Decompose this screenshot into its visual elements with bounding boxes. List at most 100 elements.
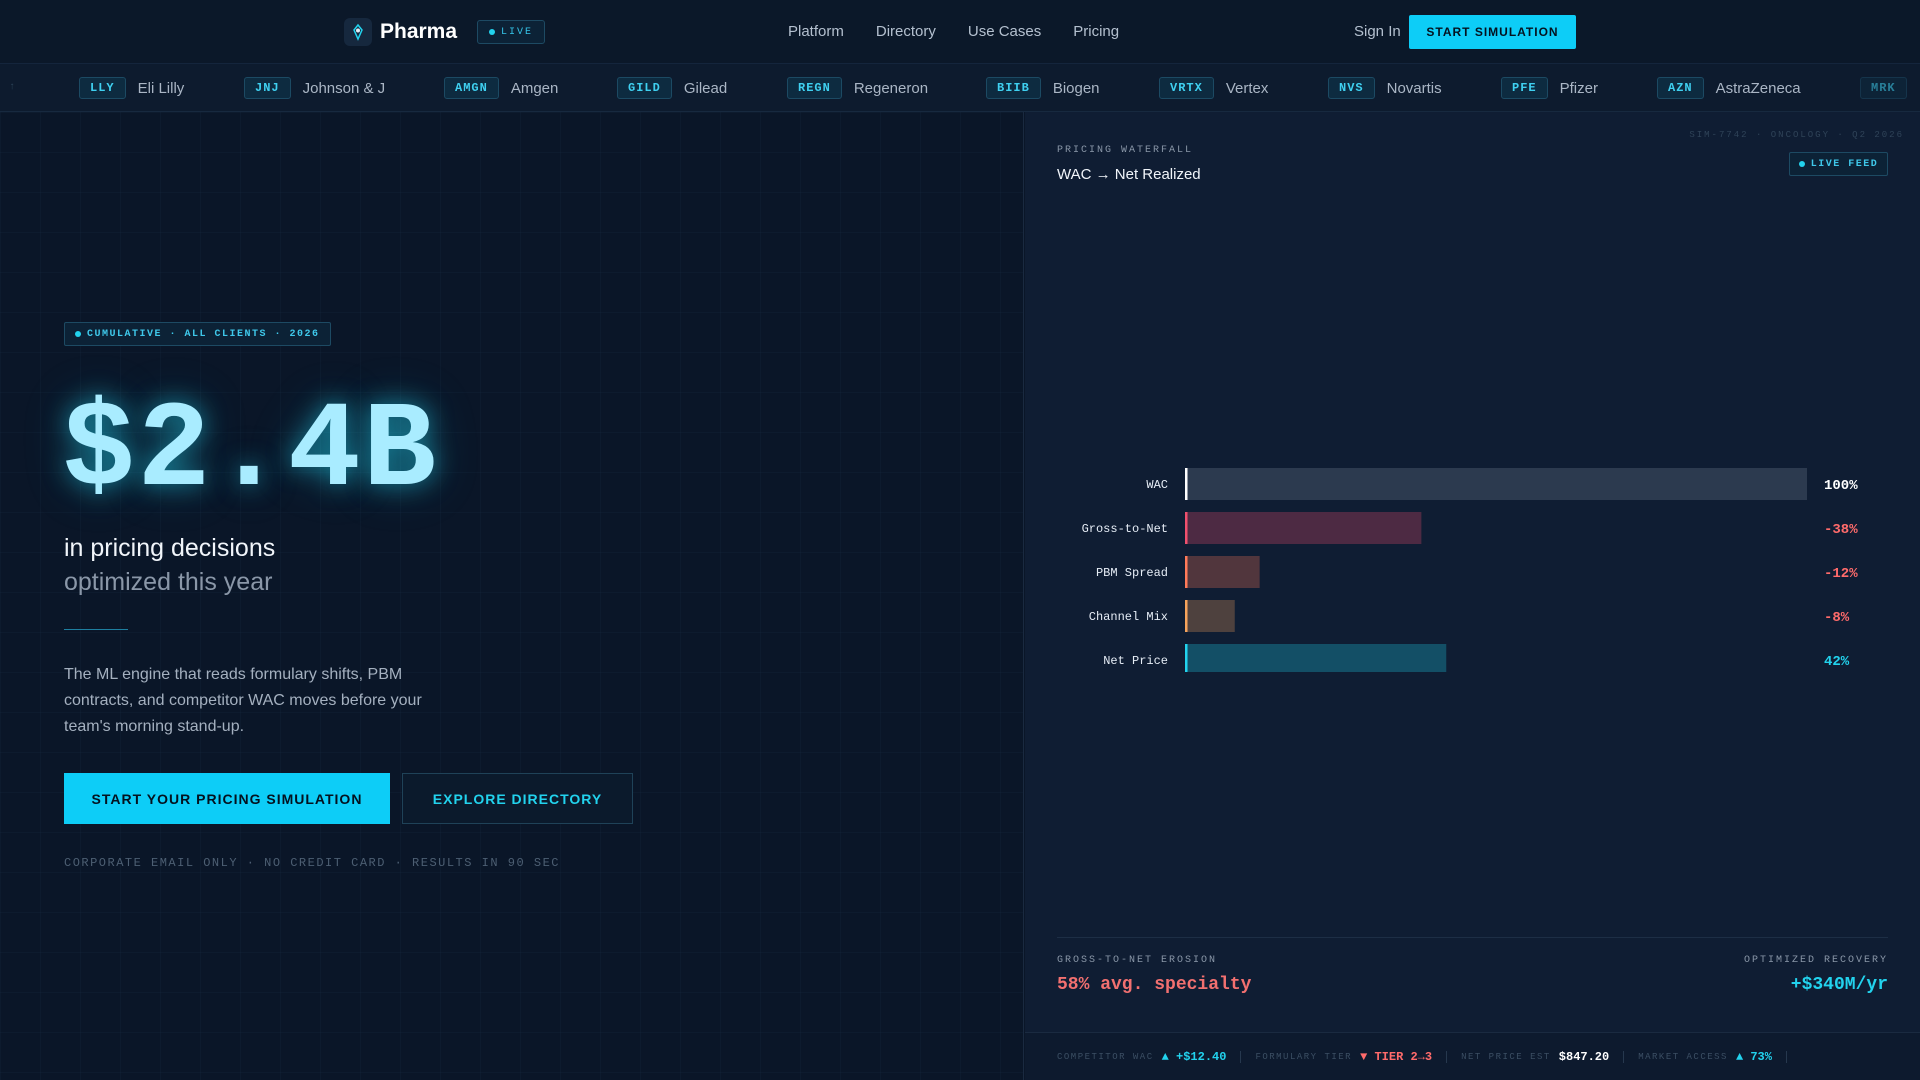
- ticker-symbol: BIIB: [986, 77, 1041, 99]
- footer-metric: MARKET ACCESS ▲ 73%: [1638, 1050, 1772, 1064]
- bar[interactable]: [1185, 468, 1807, 500]
- footer-metric-label: NET PRICE EST: [1461, 1051, 1551, 1062]
- ticker-item[interactable]: JNJ Johnson & J: [244, 77, 385, 99]
- bar-edge-marker: [1185, 556, 1188, 588]
- bar-value-label: 42%: [1824, 654, 1850, 670]
- bar-label: Channel Mix: [1089, 610, 1168, 624]
- ticker-item[interactable]: AMGN Amgen: [444, 77, 558, 99]
- hero-section: CUMULATIVE · ALL CLIENTS · 2026 $2.4B in…: [0, 112, 1024, 1080]
- nav-links: Platform Directory Use Cases Pricing: [788, 23, 1151, 40]
- bar-edge-marker: [1185, 512, 1188, 544]
- top-nav: Pharma LIVE Platform Directory Use Cases…: [0, 0, 1920, 64]
- pricing-panel: SIM-7742 · ONCOLOGY · Q2 2026 PRICING WA…: [1025, 112, 1920, 1080]
- nav-link-use-cases[interactable]: Use Cases: [968, 23, 1041, 40]
- footer-metric: FORMULARY TIER ▼ TIER 2→3: [1255, 1050, 1432, 1064]
- ticker-symbol: GILD: [617, 77, 672, 99]
- live-feed-dot-icon: [1798, 161, 1805, 167]
- bar-label: Gross-to-Net: [1082, 522, 1168, 536]
- footer-metric-value: $847.20: [1558, 1049, 1610, 1064]
- gtn-erosion-value: 58% avg. specialty: [1057, 975, 1252, 995]
- ticker-symbol: NVS: [1328, 77, 1375, 99]
- ticker-symbol: MRK: [1860, 77, 1907, 99]
- footer-metric: COMPETITOR WAC ▲ +$12.40: [1057, 1050, 1226, 1064]
- bar-value-label: -12%: [1824, 566, 1858, 582]
- brand-name: Pharma: [380, 20, 458, 43]
- brand-logo[interactable]: Pharma LIVE: [344, 18, 546, 46]
- ticker-symbol: AMGN: [444, 77, 499, 99]
- sign-in-link[interactable]: Sign In: [1354, 23, 1401, 40]
- ticker-company: Gilead: [683, 79, 728, 97]
- ticker-symbol: JNJ: [244, 77, 291, 99]
- footer-metric-label: FORMULARY TIER: [1255, 1051, 1353, 1062]
- bar-label: PBM Spread: [1096, 566, 1168, 580]
- optimized-recovery-value: +$340M/yr: [1790, 975, 1888, 995]
- bar-value-label: -8%: [1824, 610, 1850, 626]
- ticker-symbol: REGN: [787, 77, 842, 99]
- footer-separator: [1623, 1050, 1625, 1063]
- bar[interactable]: [1185, 600, 1235, 632]
- ticker-company: AstraZeneca: [1715, 79, 1801, 97]
- start-simulation-button[interactable]: START SIMULATION: [1409, 15, 1576, 49]
- ticker-symbol: AZN: [1657, 77, 1704, 99]
- footer-metric-label: COMPETITOR WAC: [1057, 1051, 1154, 1062]
- brand-icon: [344, 18, 372, 46]
- nav-link-directory[interactable]: Directory: [876, 23, 936, 40]
- bar[interactable]: [1185, 644, 1447, 672]
- ticker-item[interactable]: REGN Regeneron: [787, 77, 928, 99]
- live-status-badge: LIVE: [477, 20, 546, 44]
- ticker-symbol: LLY: [79, 77, 126, 99]
- start-pricing-simulation-button[interactable]: START YOUR PRICING SIMULATION: [64, 773, 390, 824]
- market-footer: COMPETITOR WAC ▲ +$12.40 FORMULARY TIER ▼ T…: [1025, 1032, 1920, 1080]
- optimized-recovery-label: OPTIMIZED RECOVERY: [1743, 955, 1888, 966]
- ticker-symbol: VRTX: [1159, 77, 1214, 99]
- ticker-symbol: PFE: [1501, 77, 1548, 99]
- simulation-id: SIM-7742 · ONCOLOGY · Q2 2026: [1689, 130, 1904, 140]
- ticker-edge-glyph: ↑: [9, 82, 16, 93]
- ticker-company: Amgen: [510, 79, 559, 97]
- bar-value-label: -38%: [1824, 522, 1858, 538]
- ticker-item[interactable]: BIIB Biogen: [986, 77, 1100, 99]
- hero-subtitle-primary: in pricing decisions: [64, 534, 276, 562]
- nav-link-platform[interactable]: Platform: [788, 23, 844, 40]
- bar-label: Net Price: [1103, 654, 1168, 668]
- waterfall-title: WAC → Net Realized: [1057, 166, 1201, 183]
- ticker-company: Regeneron: [853, 79, 929, 97]
- ticker-company: Johnson & J: [302, 79, 386, 97]
- stats-divider: [1057, 937, 1888, 938]
- footer-metric: NET PRICE EST $847.20: [1461, 1050, 1609, 1064]
- footer-separator: [1785, 1050, 1787, 1063]
- footer-separator: [1240, 1050, 1242, 1063]
- ticker-item[interactable]: VRTX Vertex: [1159, 77, 1268, 99]
- nav-link-pricing[interactable]: Pricing: [1073, 23, 1119, 40]
- bar[interactable]: [1185, 512, 1422, 544]
- ticker-item[interactable]: LLY Eli Lilly: [79, 77, 184, 99]
- footer-separator: [1446, 1050, 1448, 1063]
- bar-edge-marker: [1185, 644, 1188, 672]
- hero-divider: [64, 629, 128, 630]
- ticker-item[interactable]: MRK: [1860, 77, 1907, 99]
- hero-subtitle-secondary: optimized this year: [64, 568, 273, 596]
- footer-metric-value: ▼ TIER 2→3: [1360, 1049, 1433, 1064]
- footer-metric-label: MARKET ACCESS: [1638, 1051, 1728, 1062]
- ticker-item[interactable]: GILD Gilead: [617, 77, 727, 99]
- live-dot-icon: [489, 29, 496, 35]
- hero-number: $2.4B: [62, 382, 439, 521]
- bar[interactable]: [1185, 556, 1260, 588]
- footer-metric-value: ▲ 73%: [1735, 1049, 1772, 1064]
- ticker-item[interactable]: NVS Novartis: [1328, 77, 1442, 99]
- waterfall-label: PRICING WATERFALL: [1057, 145, 1194, 156]
- company-ticker: ↑ LLY Eli Lilly JNJ Johnson & J AMGN Amg…: [0, 64, 1920, 112]
- ticker-company: Vertex: [1225, 79, 1269, 97]
- ticker-item[interactable]: AZN AstraZeneca: [1657, 77, 1801, 99]
- ticker-company: Eli Lilly: [137, 79, 185, 97]
- bar-label: WAC: [1146, 478, 1168, 492]
- waterfall-chart: WAC 100% Gross-to-Net -38% PBM Spread -12% Cha…: [1082, 468, 1858, 672]
- bar-edge-marker: [1185, 600, 1188, 632]
- bar-edge-marker: [1185, 468, 1188, 500]
- badge-dot-icon: [75, 331, 81, 337]
- ticker-item[interactable]: PFE Pfizer: [1501, 77, 1598, 99]
- explore-directory-button[interactable]: EXPLORE DIRECTORY: [402, 773, 633, 824]
- cumulative-badge: CUMULATIVE · ALL CLIENTS · 2026: [64, 322, 331, 346]
- live-feed-badge: LIVE FEED: [1789, 152, 1888, 176]
- hero-fine-print: CORPORATE EMAIL ONLY · NO CREDIT CARD · …: [64, 856, 560, 870]
